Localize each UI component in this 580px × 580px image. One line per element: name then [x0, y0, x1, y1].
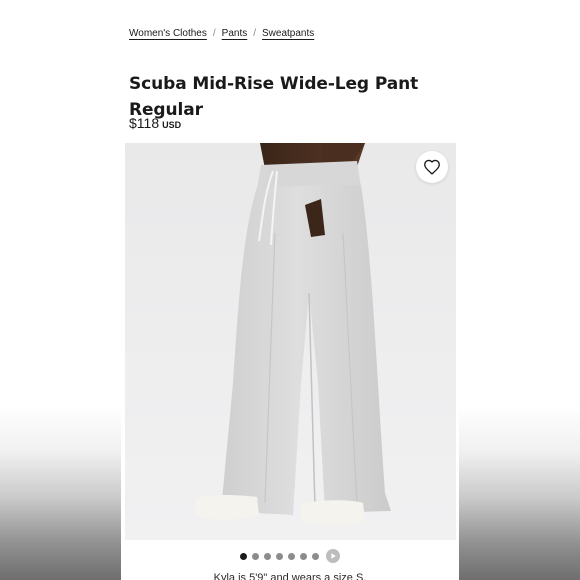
- breadcrumb: Women's Clothes / Pants / Sweatpants: [129, 28, 314, 39]
- breadcrumb-womens-clothes[interactable]: Women's Clothes: [129, 28, 207, 39]
- carousel-dot[interactable]: [300, 552, 307, 560]
- price-currency: USD: [162, 120, 182, 130]
- product-image[interactable]: [125, 143, 456, 540]
- carousel-dot[interactable]: [252, 552, 259, 560]
- breadcrumb-sweatpants[interactable]: Sweatpants: [262, 28, 314, 39]
- product-photo: [195, 143, 391, 526]
- carousel-dot[interactable]: [264, 552, 271, 560]
- carousel-dot[interactable]: [276, 552, 283, 560]
- price-amount: $118: [129, 115, 160, 131]
- heart-outline-icon: [424, 159, 440, 175]
- play-icon: [331, 553, 336, 559]
- carousel-video-dot[interactable]: [326, 549, 340, 563]
- carousel-dot[interactable]: [240, 552, 247, 560]
- product-page: Women's Clothes / Pants / Sweatpants Scuba M…: [121, 8, 459, 580]
- model-info-text: Kyla is 5'9" and wears a size S.: [213, 572, 367, 580]
- wishlist-button[interactable]: [416, 151, 448, 183]
- image-carousel-dots: [121, 549, 459, 563]
- carousel-dot[interactable]: [312, 552, 319, 560]
- breadcrumb-pants[interactable]: Pants: [222, 28, 248, 39]
- breadcrumb-separator: /: [253, 28, 257, 39]
- breadcrumb-separator: /: [212, 28, 216, 39]
- carousel-dot[interactable]: [288, 552, 295, 560]
- product-price: $118 USD: [129, 115, 181, 131]
